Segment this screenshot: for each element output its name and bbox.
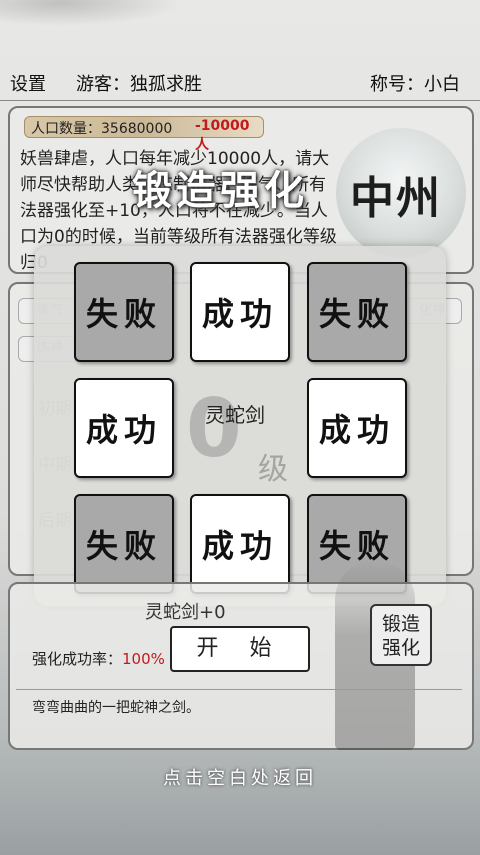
success-rate-value: 100%: [122, 650, 165, 668]
level-number: 0: [186, 382, 242, 475]
forge-card-6[interactable]: 失败: [74, 494, 174, 594]
top-bar: 设置 游客：独孤求胜 称号：小白: [0, 64, 480, 100]
start-button[interactable]: 开 始: [170, 626, 310, 672]
forge-card-3[interactable]: 失败: [307, 262, 407, 362]
weapon-name: 灵蛇剑: [205, 403, 265, 427]
forge-card-1[interactable]: 失败: [74, 262, 174, 362]
population-label: 人口数量：35680000: [31, 121, 173, 137]
forge-card-5[interactable]: 成功: [307, 378, 407, 478]
population-bar: 人口数量：35680000 -10000人: [24, 116, 264, 153]
forge-card-2[interactable]: 成功: [190, 262, 290, 362]
settings-link[interactable]: 设置: [10, 70, 46, 96]
region-emblem[interactable]: 中州: [336, 128, 466, 258]
guest-name: 游客：独孤求胜: [76, 74, 202, 95]
success-rate-label: 强化成功率：: [32, 650, 123, 668]
forge-card-7[interactable]: 成功: [190, 494, 290, 594]
success-rate: 强化成功率：100%: [32, 648, 165, 669]
forge-enhance-label: 锻造 强化: [381, 613, 420, 659]
user-title: 称号：小白: [370, 74, 460, 95]
level-unit: 级: [258, 452, 288, 487]
top-divider: [0, 100, 480, 101]
region-name: 中州: [350, 173, 442, 224]
ink-decoration: [0, 0, 200, 30]
desc-divider: [16, 689, 462, 690]
weapon-description: 弯弯曲曲的一把蛇神之剑。: [32, 700, 200, 716]
weapon-name-plus: 灵蛇剑+0: [145, 602, 226, 623]
forge-card-4[interactable]: 成功: [74, 378, 174, 478]
forge-title: 锻造强化: [132, 168, 308, 214]
tap-blank-to-return[interactable]: 点击空白处返回: [0, 764, 480, 790]
forge-enhance-button[interactable]: 锻造 强化: [370, 604, 432, 666]
